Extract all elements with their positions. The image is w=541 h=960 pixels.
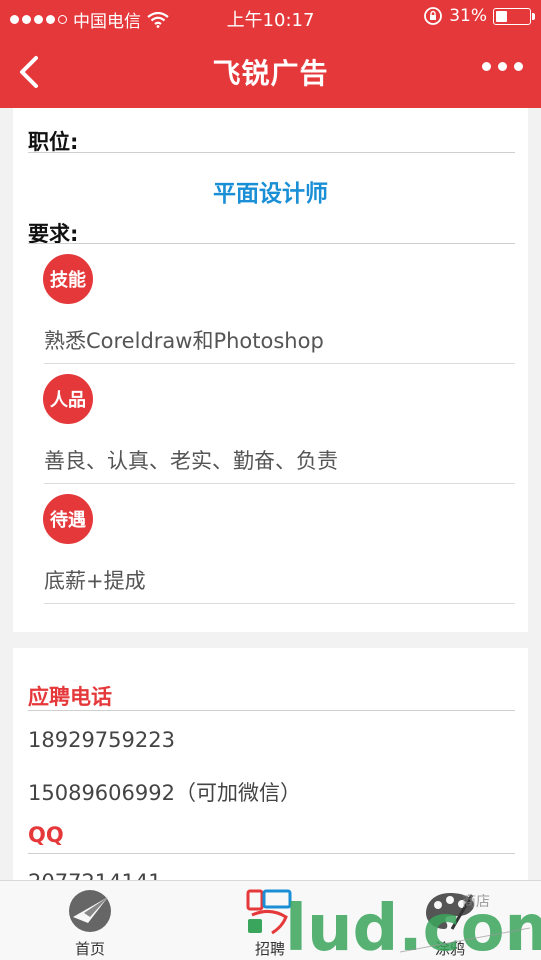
character-text: 善良、认真、老实、勤奋、负责 [44, 449, 338, 473]
job-card: 职位: 平面设计师 要求: 技能 熟悉Coreldraw和Photoshop 人… [13, 108, 528, 632]
divider [44, 603, 515, 604]
battery-percent: 31% [449, 6, 487, 26]
divider [28, 243, 515, 244]
watermark: lud.com 商店 [240, 880, 541, 960]
phone-number-1[interactable]: 18929759223 [28, 728, 175, 752]
page-title: 飞锐广告 [212, 57, 329, 90]
divider [28, 710, 515, 711]
character-badge: 人品 [43, 374, 93, 424]
divider [28, 152, 515, 153]
phone-label: 应聘电话 [28, 685, 112, 709]
qq-label: QQ [28, 823, 64, 847]
phone-number-2[interactable]: 15089606992（可加微信） [28, 777, 301, 807]
skill-text: 熟悉Coreldraw和Photoshop [44, 329, 324, 353]
benefits-badge: 待遇 [43, 494, 93, 544]
watermark-logo: lud.com 商店 [285, 892, 541, 960]
contact-card: 应聘电话 18929759223 15089606992（可加微信） QQ 20… [13, 648, 528, 880]
watermark-shop-text: 商店 [462, 894, 490, 910]
status-bar: 中国电信 上午10:17 31% [0, 0, 541, 36]
divider [44, 483, 515, 484]
tab-home[interactable]: 首页 [30, 881, 150, 960]
tab-home-label: 首页 [74, 940, 105, 958]
navigation-bar: 飞锐广告 [0, 36, 541, 108]
divider [28, 853, 515, 854]
divider [44, 363, 515, 364]
home-logo-icon [69, 890, 111, 932]
skill-badge: 技能 [43, 254, 93, 304]
more-dots-icon[interactable] [482, 62, 523, 71]
benefits-text: 底薪+提成 [44, 569, 146, 593]
rotation-lock-icon [424, 7, 443, 25]
qq-number[interactable]: 2077214141 [28, 870, 162, 880]
position-title: 平面设计师 [213, 181, 328, 207]
status-right: 31% [423, 6, 535, 26]
battery-icon [493, 7, 535, 25]
